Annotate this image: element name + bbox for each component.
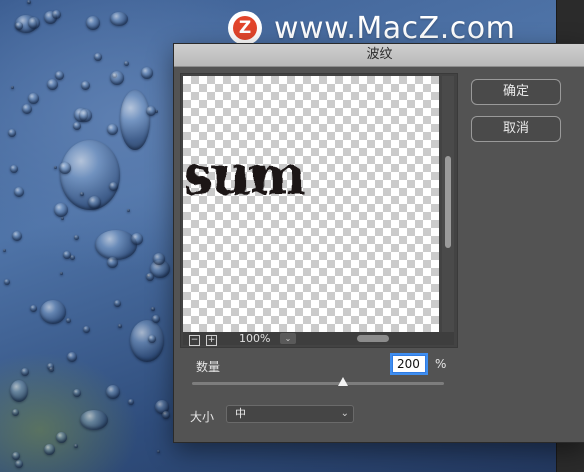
water-drop <box>3 249 6 252</box>
water-drop <box>63 251 71 259</box>
preview-canvas[interactable]: sum <box>183 76 439 332</box>
water-drop <box>55 71 64 80</box>
water-drop <box>12 231 22 241</box>
chevron-down-icon: ⌄ <box>340 408 349 419</box>
amount-slider-thumb[interactable] <box>338 377 349 386</box>
water-drop <box>107 124 118 135</box>
water-drop <box>74 444 78 448</box>
water-drop <box>94 53 102 61</box>
macz-logo-icon: Z <box>228 11 262 45</box>
size-select[interactable]: 中 ⌄ <box>226 405 354 423</box>
dialog-title: 波纹 <box>174 44 584 67</box>
water-drop <box>83 326 90 333</box>
zoom-out-button[interactable]: − <box>189 335 200 346</box>
water-drop <box>146 106 156 116</box>
water-drop <box>95 230 137 260</box>
water-drop <box>28 17 40 29</box>
water-drop <box>28 93 39 104</box>
water-drop <box>44 444 55 455</box>
water-drop <box>74 235 79 240</box>
water-drop <box>14 187 24 197</box>
water-drop <box>80 192 84 196</box>
water-drop <box>124 61 129 66</box>
amount-input[interactable] <box>392 355 426 373</box>
water-drop <box>30 305 37 312</box>
water-drop <box>12 409 19 416</box>
water-drop <box>10 165 18 173</box>
water-drop <box>146 273 154 281</box>
water-drop <box>86 16 100 30</box>
vertical-scroll-thumb[interactable] <box>445 156 451 248</box>
water-drop <box>81 81 90 90</box>
water-drop <box>21 368 29 376</box>
horizontal-scroll-thumb[interactable] <box>357 335 389 342</box>
water-drop <box>109 182 118 191</box>
zoom-dropdown-button[interactable]: ⌄ <box>280 333 296 344</box>
watermark: Z www.MacZ.com <box>228 8 515 48</box>
water-drop <box>162 411 170 419</box>
size-selected-value: 中 <box>235 407 246 420</box>
water-drop <box>66 318 71 323</box>
water-drop <box>131 233 143 245</box>
ripple-filter-dialog: 波纹 sum − + 100% ⌄ 确定 取消 数量 % 大小 <box>173 43 584 443</box>
water-drop <box>120 90 150 150</box>
water-drop <box>73 389 81 397</box>
water-drop <box>127 209 130 212</box>
water-drop <box>52 10 61 19</box>
water-drop <box>47 79 58 90</box>
size-label: 大小 <box>190 410 215 424</box>
water-drop <box>54 166 57 169</box>
water-drop <box>130 320 164 362</box>
water-drop <box>157 450 160 453</box>
water-drop <box>106 385 120 399</box>
water-drop <box>10 380 28 402</box>
zoom-level: 100% <box>239 332 271 345</box>
water-drop <box>67 352 77 362</box>
preview-toolbar <box>183 332 454 345</box>
water-drop <box>15 22 23 30</box>
water-drop <box>73 122 81 130</box>
water-drop <box>4 279 10 285</box>
water-drop <box>61 217 64 220</box>
water-drop <box>88 196 101 209</box>
water-drop <box>141 67 153 79</box>
watermark-text: www.MacZ.com <box>274 10 516 46</box>
water-drop <box>11 86 14 89</box>
water-drop <box>22 104 32 114</box>
water-drop <box>8 129 16 137</box>
ok-button[interactable]: 确定 <box>471 79 561 105</box>
water-drop <box>151 307 155 311</box>
water-drop <box>54 203 68 217</box>
water-drop <box>40 300 66 324</box>
water-drop <box>60 272 63 275</box>
amount-label: 数量 <box>196 360 221 374</box>
zoom-in-button[interactable]: + <box>206 335 217 346</box>
water-drop <box>59 162 71 174</box>
wave-text-preview: sum <box>183 143 307 207</box>
water-drop <box>80 410 108 430</box>
water-drop <box>107 257 118 268</box>
water-drop <box>110 12 128 26</box>
water-drop <box>152 315 160 323</box>
water-drop <box>110 71 124 85</box>
water-drop <box>118 324 122 328</box>
water-drop <box>148 335 156 343</box>
water-drop <box>128 399 134 405</box>
water-drop <box>49 367 54 372</box>
water-drop <box>12 452 20 460</box>
water-drop <box>56 432 67 443</box>
water-drop <box>15 460 23 468</box>
amount-slider[interactable] <box>192 382 444 385</box>
preview-panel: sum − + 100% ⌄ <box>180 73 458 348</box>
water-drop <box>79 109 92 122</box>
cancel-button[interactable]: 取消 <box>471 116 561 142</box>
water-drop <box>153 253 165 265</box>
percent-unit: % <box>435 357 447 371</box>
preview-text: sum <box>183 143 305 207</box>
water-drop <box>27 0 31 4</box>
water-drop <box>114 300 121 307</box>
